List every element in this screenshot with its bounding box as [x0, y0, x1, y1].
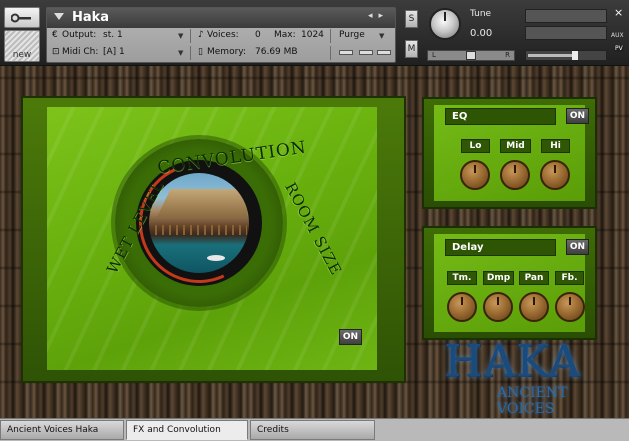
tab-fx-and-convolution[interactable]: FX and Convolution — [126, 420, 248, 440]
pv-button[interactable]: PV — [614, 45, 624, 52]
voices-icon: ♪ — [198, 30, 204, 40]
divider — [330, 29, 331, 43]
instrument-panel: Haka ◂▸ € Output: st. 1 ▼ ♪ Voices: 0 Ma… — [46, 7, 396, 63]
eq-lo-label: Lo — [461, 139, 490, 153]
delay-pan-knob[interactable] — [519, 292, 549, 322]
level-meter-right — [525, 26, 607, 40]
close-icon[interactable]: × — [614, 6, 623, 19]
midi-icon: ⊡ — [52, 47, 60, 57]
divider — [190, 46, 191, 60]
purge-button[interactable]: Purge — [339, 30, 365, 40]
volume-slider-thumb[interactable] — [572, 51, 578, 60]
divider — [190, 29, 191, 43]
tune-knob[interactable] — [429, 8, 461, 40]
max-label: Max: — [274, 30, 296, 40]
instrument-header: new Haka ◂▸ € Output: st. 1 ▼ ♪ Voices: … — [0, 0, 629, 66]
max-voices-value[interactable]: 1024 — [301, 30, 324, 40]
hut-roof — [157, 189, 247, 217]
new-button[interactable]: new — [4, 30, 40, 62]
convolution-on-button[interactable]: ON — [339, 329, 362, 345]
midi-row: ⊡ Midi Ch: [A] 1 ▼ ▯ Memory: 76.69 MB — [47, 45, 395, 62]
level-meter-left — [525, 9, 607, 23]
haka-logo: HAKA — [444, 336, 582, 387]
screen-toggle-2[interactable] — [359, 50, 373, 55]
midi-dropdown-icon[interactable]: ▼ — [178, 49, 183, 57]
mute-button[interactable]: M — [405, 40, 418, 58]
pan-slider-thumb[interactable] — [466, 51, 476, 60]
tab-ancient-voices-haka[interactable]: Ancient Voices Haka — [0, 420, 124, 440]
screen-toggle-1[interactable] — [339, 50, 353, 55]
eq-title: EQ — [445, 108, 556, 125]
output-value[interactable]: st. 1 — [103, 30, 123, 40]
pan-left-label: L — [432, 51, 436, 59]
delay-time-label: Tm. — [447, 271, 477, 285]
eq-mid-knob[interactable] — [500, 160, 530, 190]
delay-on-button[interactable]: ON — [566, 239, 589, 255]
eq-mid-label: Mid — [500, 139, 531, 153]
hut-rail — [155, 225, 247, 235]
tune-value: 0.00 — [470, 28, 493, 39]
instrument-title-row: Haka ◂▸ — [47, 8, 395, 28]
volume-slider[interactable] — [525, 50, 607, 61]
instrument-nav: ◂▸ — [368, 11, 389, 21]
eq-hi-knob[interactable] — [540, 160, 570, 190]
purge-dropdown-icon[interactable]: ▼ — [379, 32, 384, 40]
wrench-icon — [11, 13, 31, 22]
delay-damp-label: Dmp — [483, 271, 514, 285]
pan-right-label: R — [505, 51, 510, 59]
voices-value: 0 — [255, 30, 261, 40]
memory-icon: ▯ — [198, 47, 203, 57]
aux-button[interactable]: AUX — [611, 32, 624, 39]
new-label: new — [12, 50, 32, 60]
delay-pan-label: Pan — [519, 271, 549, 285]
delay-feedback-label: Fb. — [555, 271, 584, 285]
tab-bar: Ancient Voices Haka FX and Convolution C… — [0, 418, 629, 441]
tab-credits[interactable]: Credits — [250, 420, 375, 440]
instrument-name[interactable]: Haka — [72, 10, 109, 25]
output-icon: € — [52, 30, 58, 40]
delay-time-knob[interactable] — [447, 292, 477, 322]
solo-button[interactable]: S — [405, 10, 418, 28]
output-dropdown-icon[interactable]: ▼ — [178, 32, 183, 40]
delay-title: Delay — [445, 239, 556, 256]
eq-on-button[interactable]: ON — [566, 108, 589, 124]
volume-fill — [528, 54, 574, 57]
screen-toggle-3[interactable] — [377, 50, 391, 55]
wrench-button[interactable] — [4, 7, 40, 28]
tune-label: Tune — [470, 9, 492, 19]
next-arrow-icon[interactable]: ▸ — [378, 11, 389, 21]
eq-lo-knob[interactable] — [460, 160, 490, 190]
divider — [330, 46, 331, 60]
memory-label: Memory: — [207, 47, 246, 57]
ancient-voices-logo: ANCIENT VOICES — [497, 385, 568, 417]
prev-arrow-icon[interactable]: ◂ — [368, 11, 379, 21]
eq-hi-label: Hi — [541, 139, 570, 153]
boat — [207, 255, 225, 261]
midi-channel-value[interactable]: [A] 1 — [103, 47, 125, 57]
delay-damp-knob[interactable] — [483, 292, 513, 322]
voices-label: Voices: — [207, 30, 239, 40]
collapse-triangle-icon[interactable] — [54, 13, 64, 20]
midi-label: Midi Ch: — [62, 47, 99, 57]
output-row: € Output: st. 1 ▼ ♪ Voices: 0 Max: 1024 … — [47, 28, 395, 45]
memory-value: 76.69 MB — [255, 47, 298, 57]
pan-slider[interactable]: L R — [427, 50, 515, 61]
output-label: Output: — [62, 30, 97, 40]
delay-feedback-knob[interactable] — [555, 292, 585, 322]
